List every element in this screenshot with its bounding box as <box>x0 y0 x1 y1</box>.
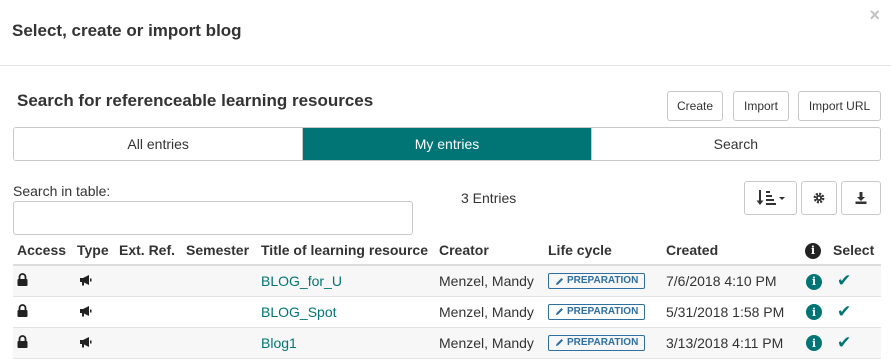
type-cell <box>73 296 115 328</box>
pencil-icon <box>556 339 563 347</box>
megaphone-icon <box>80 274 92 286</box>
ext-ref-cell <box>115 327 182 359</box>
header-title[interactable]: Title of learning resource <box>257 236 435 266</box>
table-row: Blog1 Menzel, Mandy PREPARATION 3/13/201… <box>13 327 881 359</box>
select-blog-dialog: Select, create or import blog × Search f… <box>0 0 891 359</box>
tab-all-entries[interactable]: All entries <box>14 128 303 160</box>
settings-button[interactable] <box>801 181 837 215</box>
title-link[interactable]: Blog1 <box>261 335 297 351</box>
lifecycle-badge: PREPARATION <box>548 273 646 289</box>
select-cell: ✔ <box>829 265 881 297</box>
title-link[interactable]: BLOG_for_U <box>261 273 342 289</box>
title-cell: BLOG_for_U <box>257 265 435 297</box>
info-cell: i <box>801 265 829 297</box>
checkmark-icon[interactable]: ✔ <box>837 271 851 290</box>
download-icon <box>855 192 867 204</box>
import-url-button[interactable]: Import URL <box>798 91 881 121</box>
access-cell <box>13 327 73 359</box>
create-button[interactable]: Create <box>667 91 723 121</box>
header-type[interactable]: Type <box>73 236 115 266</box>
lock-icon <box>17 334 28 348</box>
header-access[interactable]: Access <box>13 236 73 266</box>
info-cell: i <box>801 327 829 359</box>
table-header-row: Access Type Ext. Ref. Semester Title of … <box>13 236 881 266</box>
info-icon[interactable]: i <box>806 335 822 352</box>
table-search-input[interactable] <box>13 201 413 235</box>
select-cell: ✔ <box>829 296 881 328</box>
access-cell <box>13 265 73 297</box>
access-cell <box>13 296 73 328</box>
header-select: Select <box>829 236 881 266</box>
title-cell: Blog1 <box>257 327 435 359</box>
checkmark-icon[interactable]: ✔ <box>837 302 851 321</box>
tab-search[interactable]: Search <box>590 128 880 160</box>
info-icon[interactable]: i <box>806 304 822 321</box>
entries-tabs: All entries My entries Search <box>13 127 881 161</box>
tab-my-entries[interactable]: My entries <box>302 128 591 160</box>
lifecycle-badge: PREPARATION <box>548 303 646 320</box>
import-button[interactable]: Import <box>733 91 789 121</box>
header-lifecycle[interactable]: Life cycle <box>544 236 662 266</box>
sort-amount-icon <box>756 190 785 205</box>
created-cell: 7/6/2018 4:10 PM <box>662 265 801 297</box>
created-cell: 3/13/2018 4:11 PM <box>662 327 801 359</box>
header-created[interactable]: Created <box>662 236 801 266</box>
dialog-title: Select, create or import blog <box>12 21 242 40</box>
ext-ref-cell <box>115 296 182 328</box>
dialog-header: Select, create or import blog × <box>0 0 891 66</box>
lifecycle-cell: PREPARATION <box>544 265 662 297</box>
lifecycle-label: PREPARATION <box>567 305 639 317</box>
pencil-icon <box>556 277 563 285</box>
gear-icon <box>813 192 825 204</box>
lifecycle-label: PREPARATION <box>567 275 639 286</box>
megaphone-icon <box>80 305 92 316</box>
table-row: BLOG_Spot Menzel, Mandy PREPARATION 5/31… <box>13 296 881 328</box>
created-cell: 5/31/2018 1:58 PM <box>662 296 801 328</box>
creator-cell: Menzel, Mandy <box>435 296 544 328</box>
entries-count: 3 Entries <box>461 190 517 206</box>
header-creator[interactable]: Creator <box>435 236 544 266</box>
table-row: BLOG_for_U Menzel, Mandy PREPARATION 7/6… <box>13 265 881 297</box>
lock-icon <box>17 272 28 286</box>
type-cell <box>73 265 115 297</box>
creator-cell: Menzel, Mandy <box>435 327 544 359</box>
ext-ref-cell <box>115 265 182 297</box>
header-ext-ref[interactable]: Ext. Ref. <box>115 236 182 266</box>
info-icon: i <box>805 242 821 259</box>
pencil-icon <box>556 308 563 316</box>
lifecycle-cell: PREPARATION <box>544 296 662 328</box>
sort-button[interactable] <box>744 181 797 215</box>
lifecycle-cell: PREPARATION <box>544 327 662 359</box>
select-cell: ✔ <box>829 327 881 359</box>
semester-cell <box>182 327 257 359</box>
table-search-label: Search in table: <box>13 183 111 199</box>
close-icon[interactable]: × <box>869 5 880 25</box>
title-cell: BLOG_Spot <box>257 296 435 328</box>
checkmark-icon[interactable]: ✔ <box>837 333 851 352</box>
type-cell <box>73 327 115 359</box>
lifecycle-badge: PREPARATION <box>548 334 646 351</box>
section-title: Search for referenceable learning resour… <box>17 91 374 110</box>
title-link[interactable]: BLOG_Spot <box>261 304 337 320</box>
header-info: i <box>801 236 829 266</box>
info-icon[interactable]: i <box>806 273 822 290</box>
lock-icon <box>17 303 28 317</box>
header-semester[interactable]: Semester <box>182 236 257 266</box>
download-button[interactable] <box>841 181 881 215</box>
creator-cell: Menzel, Mandy <box>435 265 544 297</box>
megaphone-icon <box>80 336 92 347</box>
semester-cell <box>182 265 257 297</box>
semester-cell <box>182 296 257 328</box>
results-table: Access Type Ext. Ref. Semester Title of … <box>13 236 881 359</box>
lifecycle-label: PREPARATION <box>567 336 639 348</box>
info-cell: i <box>801 296 829 328</box>
